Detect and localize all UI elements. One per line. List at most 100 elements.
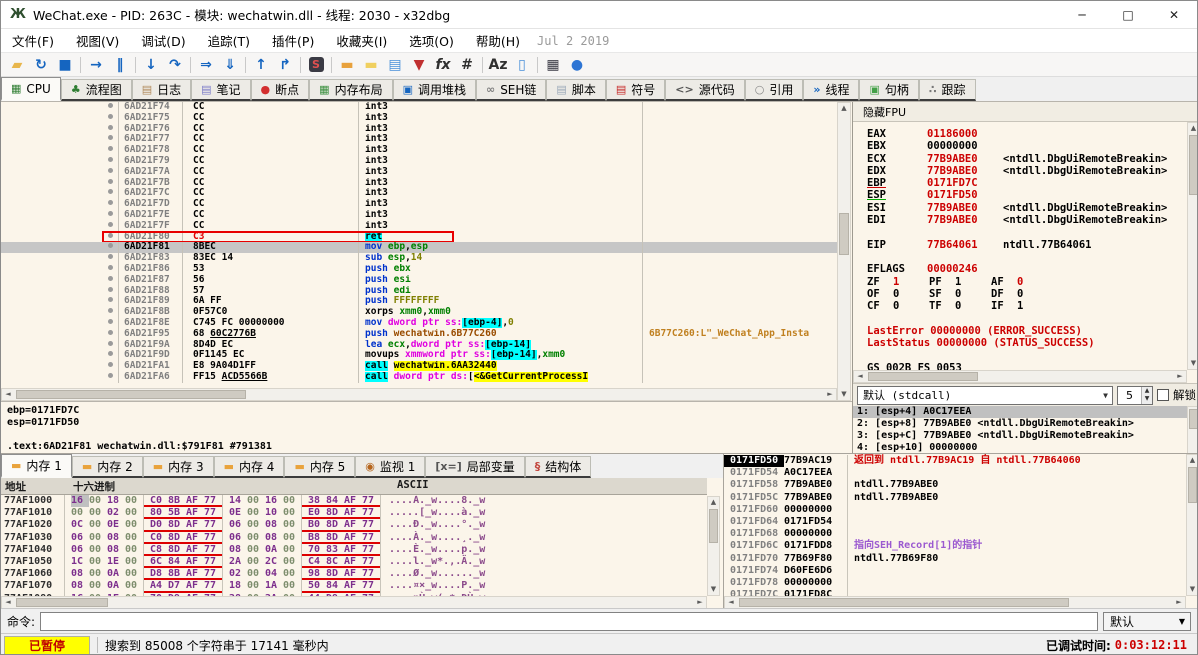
run-to-cursor-button[interactable]: ⇒ <box>194 54 218 76</box>
call-argument-row[interactable]: 3: [esp+C] 77B9ABE0 <ntdll.DbgUiRemoteBr… <box>853 430 1187 442</box>
registers-hscrollbar[interactable]: ◄ ► <box>853 370 1187 383</box>
menu-item[interactable]: 帮助(H) <box>465 29 531 52</box>
dump-tab-内存 4[interactable]: ▬内存 4 <box>214 456 285 478</box>
dump-table[interactable]: 77AF100016001800C08BAF77140016003884AF77… <box>1 495 707 596</box>
call-argument-row[interactable]: 2: [esp+8] 77B9ABE0 <ntdll.DbgUiRemoteBr… <box>853 418 1187 430</box>
text-case-button[interactable]: Az <box>486 54 510 76</box>
tab-调用堆栈[interactable]: ▣调用堆栈 <box>393 79 476 101</box>
breakpoint-gutter[interactable] <box>103 275 119 286</box>
breakpoint-gutter[interactable] <box>103 340 119 351</box>
disasm-row[interactable]: 6AD21F8756push esi <box>1 275 837 286</box>
menu-item[interactable]: 调试(D) <box>130 29 196 52</box>
dump-tab-内存 1[interactable]: ▬内存 1 <box>1 454 72 478</box>
unlock-checkbox[interactable] <box>1157 389 1169 401</box>
spin-down-icon[interactable]: ▼ <box>1142 395 1152 404</box>
breakpoint-gutter[interactable] <box>103 167 119 178</box>
breakpoint-gutter[interactable] <box>103 286 119 297</box>
breakpoint-gutter[interactable] <box>103 318 119 329</box>
hash-button[interactable]: # <box>455 54 479 76</box>
register-line[interactable]: ESI77B9ABE0<ntdll.DbgUiRemoteBreakin> <box>867 202 1187 214</box>
call-argument-row[interactable]: 1: [esp+4] A0C17EEA <box>853 406 1187 418</box>
stack-row[interactable]: 0171FD7C0171FD8C <box>724 589 1186 596</box>
breakpoint-gutter[interactable] <box>103 232 119 243</box>
hide-fpu-button[interactable]: 隐藏FPU <box>853 102 1198 122</box>
calculator-button[interactable]: ▦ <box>541 54 565 76</box>
stack-row[interactable]: 0171FD7800000000 <box>724 577 1186 589</box>
menu-item[interactable]: 插件(P) <box>261 29 325 52</box>
register-line[interactable]: LastStatus 00000000 (STATUS_SUCCESS) <box>867 337 1187 349</box>
register-line[interactable]: EBP0171FD7C <box>867 177 1187 189</box>
disasm-row[interactable]: 6AD21F75CCint3 <box>1 113 837 124</box>
close-button[interactable]: ✕ <box>1151 1 1197 28</box>
run-to-user-code-button[interactable]: ↱ <box>273 54 297 76</box>
tab-脚本[interactable]: ▤脚本 <box>546 79 605 101</box>
breakpoint-gutter[interactable] <box>103 350 119 361</box>
register-line[interactable]: ZF1PF1AF0 <box>867 276 1187 288</box>
breakpoint-gutter[interactable] <box>103 253 119 264</box>
register-line[interactable]: EIP77B64061ntdll.77B64061 <box>867 239 1187 251</box>
run-upward-button[interactable]: ↑ <box>249 54 273 76</box>
breakpoint-gutter[interactable] <box>103 113 119 124</box>
register-line[interactable]: EDI77B9ABE0<ntdll.DbgUiRemoteBreakin> <box>867 214 1187 226</box>
dump-row[interactable]: 77AF106008000A00D88BAF7702000400988DAF77… <box>1 568 707 580</box>
registers-list[interactable]: EAX01186000EBX00000000ECX77B9ABE0<ntdll.… <box>853 122 1187 370</box>
command-input[interactable] <box>40 612 1098 631</box>
disasm-row[interactable]: 6AD21F7FCCint3 <box>1 221 837 232</box>
register-line[interactable]: CF0TF0IF1 <box>867 300 1187 312</box>
disasm-row[interactable]: 6AD21FA6FF15 ACD5566Bcall dword ptr ds:[… <box>1 372 837 383</box>
run-button[interactable]: → <box>84 54 108 76</box>
disassembly-vscrollbar[interactable]: ▲ ▼ <box>837 102 851 401</box>
breakpoint-gutter[interactable] <box>103 264 119 275</box>
disassembly-table[interactable]: 6AD21F74CCint36AD21F75CCint36AD21F76CCin… <box>1 102 837 388</box>
dump-tab-内存 3[interactable]: ▬内存 3 <box>143 456 214 478</box>
arg-count-stepper[interactable]: 5 ▲▼ <box>1117 386 1153 405</box>
register-line[interactable]: OF0SF0DF0 <box>867 288 1187 300</box>
breakpoint-gutter[interactable] <box>103 210 119 221</box>
tab-引用[interactable]: ○引用 <box>745 79 804 101</box>
dump-vscrollbar[interactable]: ▲ ▼ <box>707 496 720 596</box>
bookmark-button[interactable]: ▼ <box>407 54 431 76</box>
step-into-button[interactable]: ↓ <box>139 54 163 76</box>
scylla-button[interactable]: S <box>304 54 328 76</box>
stop-button[interactable]: ■ <box>53 54 77 76</box>
menu-item[interactable]: 文件(F) <box>1 29 65 52</box>
call-arguments-list[interactable]: 1: [esp+4] A0C17EEA2: [esp+8] 77B9ABE0 <… <box>853 406 1187 454</box>
calling-convention-select[interactable]: 默认 (stdcall) ▼ <box>857 386 1113 405</box>
execute-till-return-button[interactable]: ⇓ <box>218 54 242 76</box>
breakpoint-gutter[interactable] <box>103 134 119 145</box>
stack-row[interactable]: 0171FD7077B69F80ntdll.77B69F80 <box>724 553 1186 565</box>
comment-button[interactable]: ▬ <box>359 54 383 76</box>
patch-button[interactable]: ▬ <box>335 54 359 76</box>
tab-句柄[interactable]: ▣句柄 <box>859 79 918 101</box>
breakpoint-gutter[interactable] <box>103 156 119 167</box>
stack-table[interactable]: 0171FD5077B9AC19返回到 ntdll.77B9AC19 自 ntd… <box>724 454 1186 596</box>
stack-row[interactable]: 0171FD6C0171FDD8指向SEH_Record[1]的指针 <box>724 540 1186 552</box>
stack-row[interactable]: 0171FD6000000000 <box>724 504 1186 516</box>
tab-断点[interactable]: ●断点 <box>251 79 310 101</box>
stack-row[interactable]: 0171FD640171FD54 <box>724 516 1186 528</box>
dump-row[interactable]: 77AF10200C000E00D08DAF7706000800B08DAF77… <box>1 519 707 531</box>
breakpoint-gutter[interactable] <box>103 361 119 372</box>
dump-tab-结构体[interactable]: §结构体 <box>525 456 592 478</box>
tab-SEH链[interactable]: ∞SEH链 <box>476 79 546 101</box>
step-over-button[interactable]: ↷ <box>163 54 187 76</box>
function-button[interactable]: fx <box>431 54 455 76</box>
register-line[interactable]: ECX77B9ABE0<ntdll.DbgUiRemoteBreakin> <box>867 153 1187 165</box>
register-line[interactable]: EAX01186000 <box>867 128 1187 140</box>
register-line[interactable]: GS 002B FS 0053 <box>867 362 1187 370</box>
tab-笔记[interactable]: ▤笔记 <box>191 79 250 101</box>
maximize-button[interactable]: □ <box>1105 1 1151 28</box>
dump-row[interactable]: 77AF100016001800C08BAF77140016003884AF77… <box>1 495 707 507</box>
open-file-button[interactable]: ▰ <box>5 54 29 76</box>
dump-row[interactable]: 77AF10501C001E006C84AF772A002C00C48CAF77… <box>1 556 707 568</box>
dump-tab-局部变量[interactable]: [x=]局部变量 <box>425 456 524 478</box>
disasm-row[interactable]: 6AD21F7ACCint3 <box>1 167 837 178</box>
tab-线程[interactable]: »线程 <box>803 79 859 101</box>
register-line[interactable]: EFLAGS00000246 <box>867 263 1187 275</box>
stack-row[interactable]: 0171FD54A0C17EEA <box>724 467 1186 479</box>
dump-row[interactable]: 77AF107008000A00A4D7AF7718001A005084AF77… <box>1 580 707 592</box>
breakpoint-gutter[interactable] <box>103 188 119 199</box>
registers-vscrollbar[interactable]: ▲ ▼ <box>1187 122 1198 370</box>
pause-button[interactable]: ‖ <box>108 54 132 76</box>
tab-CPU[interactable]: ▦CPU <box>1 77 61 101</box>
